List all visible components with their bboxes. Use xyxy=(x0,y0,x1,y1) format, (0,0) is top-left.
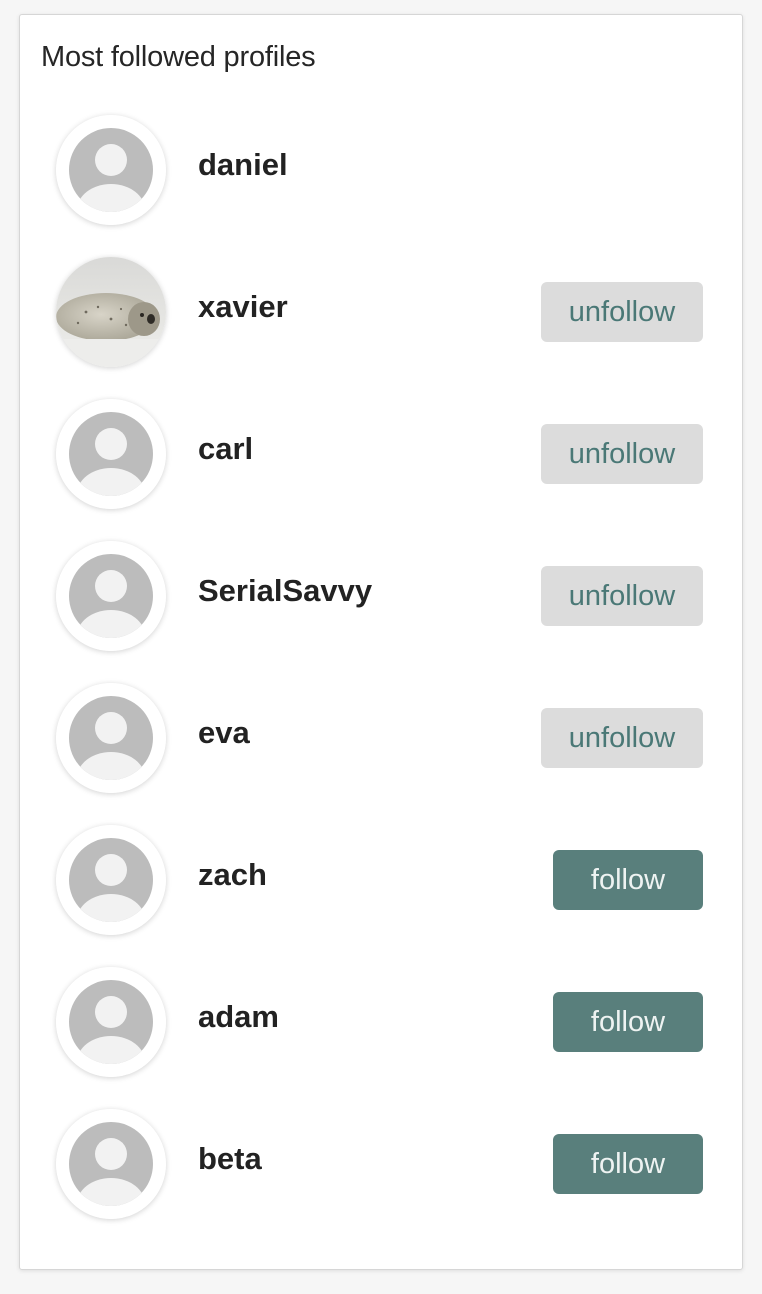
profile-name[interactable]: beta xyxy=(198,1141,262,1177)
default-avatar-icon xyxy=(56,115,166,225)
unfollow-button[interactable]: unfollow xyxy=(541,282,703,342)
card-title: Most followed profiles xyxy=(41,41,316,73)
most-followed-profiles-card: Most followed profiles daniel xavier unf… xyxy=(19,14,743,1270)
profile-name[interactable]: SerialSavvy xyxy=(198,573,372,609)
default-avatar-icon xyxy=(56,683,166,793)
default-avatar-icon xyxy=(56,399,166,509)
seal-photo xyxy=(56,257,166,367)
profile-name[interactable]: xavier xyxy=(198,289,288,325)
unfollow-button[interactable]: unfollow xyxy=(541,708,703,768)
default-avatar-icon xyxy=(56,825,166,935)
avatar[interactable] xyxy=(56,1109,166,1219)
follow-button[interactable]: follow xyxy=(553,1134,703,1194)
list-item: xavier unfollow xyxy=(20,257,742,399)
avatar[interactable] xyxy=(56,967,166,1077)
default-avatar-icon xyxy=(56,541,166,651)
list-item: adam follow xyxy=(20,967,742,1109)
avatar[interactable] xyxy=(56,115,166,225)
profile-name[interactable]: zach xyxy=(198,857,267,893)
avatar[interactable] xyxy=(56,825,166,935)
avatar[interactable] xyxy=(56,683,166,793)
unfollow-button[interactable]: unfollow xyxy=(541,566,703,626)
follow-button[interactable]: follow xyxy=(553,850,703,910)
profile-name[interactable]: eva xyxy=(198,715,250,751)
default-avatar-icon xyxy=(56,967,166,1077)
avatar[interactable] xyxy=(56,541,166,651)
avatar[interactable] xyxy=(56,257,166,367)
avatar[interactable] xyxy=(56,399,166,509)
unfollow-button[interactable]: unfollow xyxy=(541,424,703,484)
list-item: beta follow xyxy=(20,1109,742,1251)
profile-list: daniel xavier unfollow carl unfollow Ser… xyxy=(20,115,742,1251)
profile-name[interactable]: carl xyxy=(198,431,253,467)
list-item: SerialSavvy unfollow xyxy=(20,541,742,683)
list-item: zach follow xyxy=(20,825,742,967)
list-item: daniel xyxy=(20,115,742,257)
list-item: eva unfollow xyxy=(20,683,742,825)
default-avatar-icon xyxy=(56,1109,166,1219)
profile-name[interactable]: adam xyxy=(198,999,279,1035)
list-item: carl unfollow xyxy=(20,399,742,541)
profile-name[interactable]: daniel xyxy=(198,147,288,183)
follow-button[interactable]: follow xyxy=(553,992,703,1052)
